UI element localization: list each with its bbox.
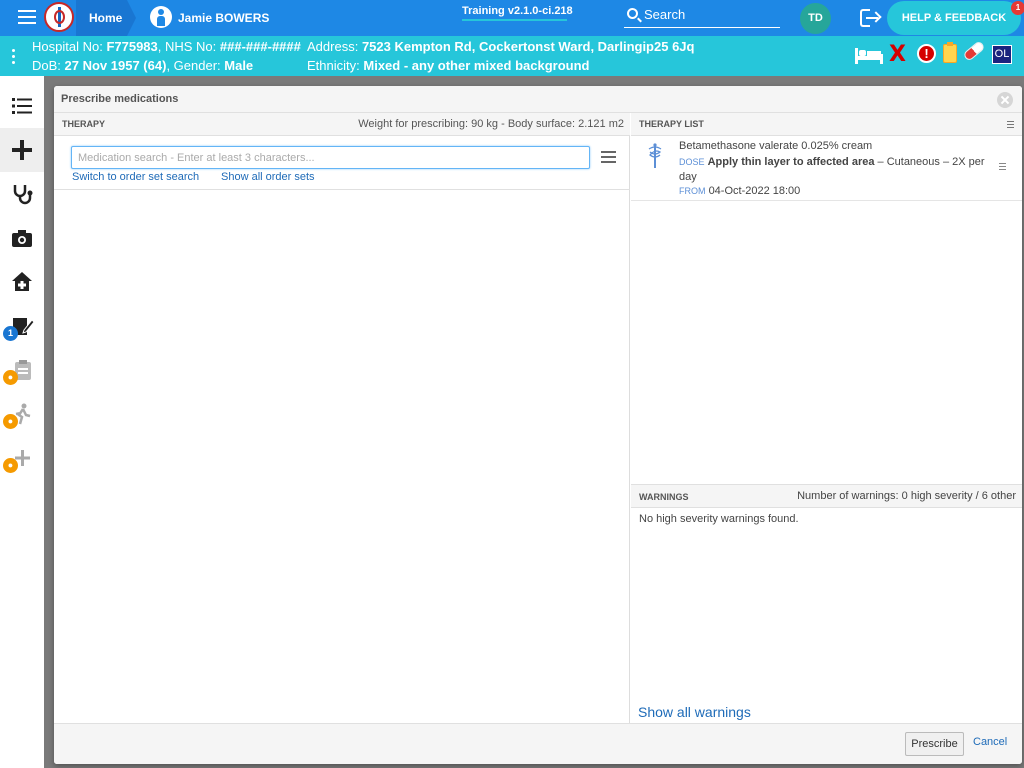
environment-underline (462, 19, 567, 21)
item-menu-icon[interactable] (999, 163, 1006, 171)
sidebar-item-list[interactable] (0, 84, 44, 128)
dialog-footer: Prescribe Cancel (54, 723, 1022, 764)
red-x-icon[interactable]: X (889, 42, 906, 67)
bed-icon[interactable] (855, 44, 883, 64)
alert-icon[interactable]: ! (917, 44, 936, 63)
dialog-title: Prescribe medications (61, 93, 179, 105)
sidebar-item-documents[interactable]: 1 (0, 304, 44, 348)
dose-text: Apply thin layer to affected area (707, 156, 875, 168)
help-notification-badge: 1 (1011, 1, 1024, 15)
top-bar: Home Jamie BOWERS Training v2.1.0-ci.218… (0, 0, 1024, 36)
nhs-no: ###-###-#### (219, 39, 301, 54)
sidebar-item-home-care[interactable] (0, 260, 44, 304)
dob-label: DoB: (32, 58, 61, 73)
lock-icon: ● (3, 458, 18, 473)
dob-value: 27 Nov 1957 (64) (64, 58, 167, 73)
warnings-header: WARNINGS Number of warnings: 0 high seve… (631, 484, 1022, 508)
gender-value: Male (224, 58, 254, 73)
from-date: 04-Oct-2022 18:00 (708, 185, 801, 197)
plus-icon (12, 140, 32, 160)
logout-icon[interactable] (860, 9, 882, 27)
search-icon (627, 8, 638, 19)
lock-icon: ● (3, 370, 18, 385)
sidebar-item-mobility-locked[interactable]: ● (0, 392, 44, 436)
hamburger-menu-icon[interactable] (18, 10, 36, 26)
therapy-list-menu-icon[interactable] (1007, 121, 1014, 129)
medication-search-input[interactable] (71, 146, 590, 169)
sidebar-item-clinical[interactable] (0, 172, 44, 216)
prescribe-button[interactable]: Prescribe (905, 732, 964, 756)
user-avatar[interactable]: TD (800, 3, 831, 34)
list-icon (12, 98, 32, 114)
home-link[interactable]: Home (89, 11, 122, 25)
app-logo-icon (44, 2, 74, 32)
caduceus-icon (648, 143, 662, 168)
person-icon (150, 6, 172, 28)
warnings-title: WARNINGS (639, 492, 689, 502)
clipboard-alert-icon[interactable] (943, 42, 957, 63)
environment-label: Training v2.1.0-ci.218 (462, 5, 573, 17)
address-value: 7523 Kempton Rd, Cockertonst Ward, Darli… (361, 39, 695, 54)
therapy-title: THERAPY (62, 119, 106, 129)
ol-badge[interactable]: OL (992, 45, 1012, 64)
hospital-no-label: Hospital No: (32, 39, 103, 54)
warnings-summary: Number of warnings: 0 high severity / 6 … (797, 490, 1016, 502)
gender-label: , Gender: (166, 58, 221, 73)
ethnicity-label: Ethnicity: (307, 58, 360, 73)
therapy-list-panel: THERAPY LIST Betamethasone valerate 0.02… (631, 113, 1022, 723)
kebab-menu-icon[interactable] (12, 49, 16, 65)
nhs-no-label: , NHS No: (157, 39, 217, 54)
prescribe-medications-dialog: Prescribe medications THERAPY Weight for… (54, 86, 1022, 764)
switch-order-set-link[interactable]: Switch to order set search (72, 171, 199, 183)
stethoscope-icon (13, 185, 33, 205)
camera-icon (12, 230, 32, 247)
divider (54, 189, 630, 190)
dose-tag: DOSE (679, 157, 705, 167)
ethnicity-value: Mixed - any other mixed background (363, 58, 590, 73)
banner-address: Address: 7523 Kempton Rd, Cockertonst Wa… (307, 39, 694, 54)
from-tag: FROM (679, 186, 706, 196)
dialog-header: Prescribe medications (54, 86, 1022, 113)
search-label: Search (644, 7, 686, 22)
patient-name[interactable]: Jamie BOWERS (178, 11, 269, 25)
close-icon[interactable] (997, 92, 1013, 108)
left-sidebar: 1 ● ● ● (0, 76, 44, 768)
therapy-list-item[interactable]: Betamethasone valerate 0.025% cream DOSE… (631, 136, 1022, 201)
sidebar-item-add-locked[interactable]: ● (0, 436, 44, 480)
hamburger-options-icon[interactable] (601, 151, 616, 163)
sidebar-item-clipboard-locked[interactable]: ● (0, 348, 44, 392)
documents-count-badge: 1 (3, 326, 18, 341)
medication-name: Betamethasone valerate 0.025% cream (679, 140, 873, 152)
hospital-no: F775983 (106, 39, 158, 54)
banner-ethnicity: Ethnicity: Mixed - any other mixed backg… (307, 58, 589, 73)
show-all-warnings-link[interactable]: Show all warnings (638, 704, 751, 720)
weight-body-surface: Weight for prescribing: 90 kg - Body sur… (358, 118, 624, 130)
show-all-order-sets-link[interactable]: Show all order sets (221, 171, 315, 183)
cancel-link[interactable]: Cancel (973, 736, 1007, 748)
lock-icon: ● (3, 414, 18, 429)
sidebar-item-camera[interactable] (0, 216, 44, 260)
therapy-list-header: THERAPY LIST (631, 113, 1022, 136)
banner-dob: DoB: 27 Nov 1957 (64), Gender: Male (32, 58, 253, 73)
global-search[interactable]: Search (624, 5, 780, 28)
help-feedback-button[interactable]: HELP & FEEDBACK (887, 1, 1021, 35)
therapy-header: THERAPY Weight for prescribing: 90 kg - … (54, 113, 630, 136)
therapy-list-title: THERAPY LIST (639, 119, 704, 129)
from-line: FROM 04-Oct-2022 18:00 (679, 185, 800, 197)
dose-line: DOSE Apply thin layer to affected area –… (679, 155, 994, 185)
sidebar-item-add[interactable] (0, 128, 44, 172)
address-label: Address: (307, 39, 359, 54)
banner-ids: Hospital No: F775983, NHS No: ###-###-##… (32, 39, 301, 54)
warnings-message: No high severity warnings found. (639, 513, 799, 525)
therapy-panel: THERAPY Weight for prescribing: 90 kg - … (54, 113, 630, 723)
home-medical-icon (12, 272, 32, 291)
